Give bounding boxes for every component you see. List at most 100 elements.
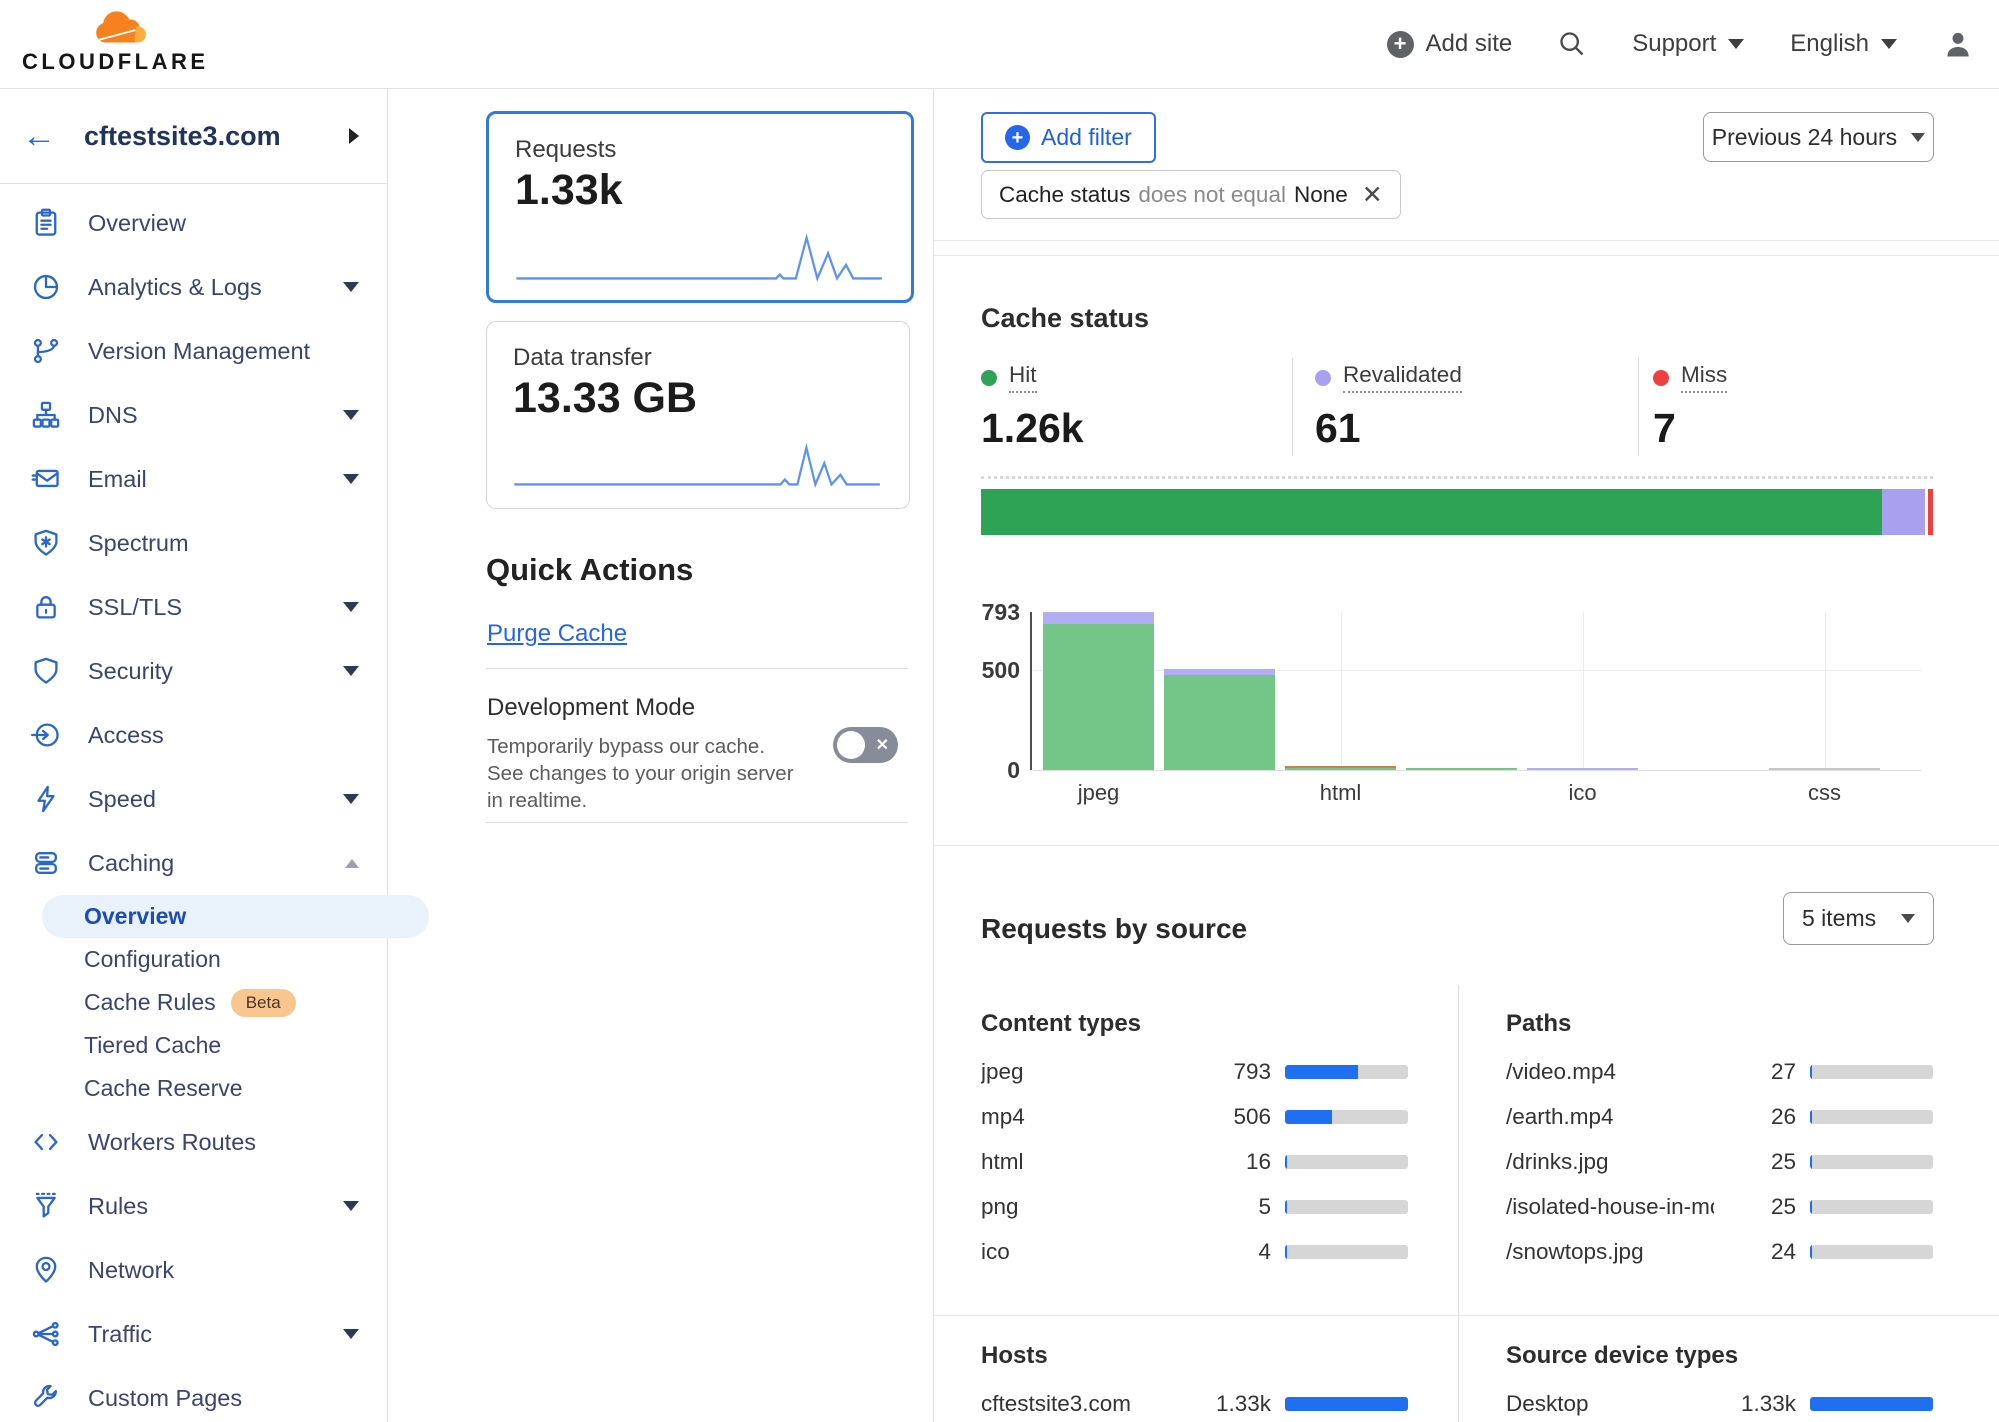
sidebar-subitem-tiered-cache[interactable]: Tiered Cache <box>0 1024 387 1067</box>
server-stack-icon <box>30 847 62 879</box>
stat-revalidated-legend[interactable]: Revalidated <box>1315 362 1462 393</box>
requests-sparkline <box>511 232 889 290</box>
row-value: 1.33k <box>1714 1391 1796 1417</box>
row-label: ico <box>981 1239 1189 1265</box>
support-label: Support <box>1632 30 1716 58</box>
table-row[interactable]: ico 4 <box>981 1229 1408 1274</box>
sidebar-item-spectrum[interactable]: Spectrum <box>0 511 387 575</box>
back-arrow-icon[interactable]: ← <box>22 119 56 153</box>
search-button[interactable] <box>1558 30 1586 58</box>
user-icon <box>1943 29 1973 59</box>
row-label: Desktop <box>1506 1391 1714 1417</box>
language-menu[interactable]: English <box>1790 30 1897 58</box>
table-row[interactable]: /earth.mp4 26 <box>1506 1094 1933 1139</box>
top-nav: + Add site Support English <box>1387 0 1974 88</box>
sidebar-item-access[interactable]: Access <box>0 703 387 767</box>
chevron-down-icon <box>343 794 359 804</box>
cloudflare-logo[interactable]: CLOUDFLARE <box>22 6 222 75</box>
table-row[interactable]: /video.mp4 27 <box>1506 1049 1933 1094</box>
sidebar-item-rules[interactable]: Rules <box>0 1174 387 1238</box>
sidebar-item-overview[interactable]: Overview <box>0 191 387 255</box>
table-row[interactable]: /isolated-house-in-mo… 25 <box>1506 1184 1933 1229</box>
stat-divider <box>1292 358 1293 456</box>
chart-bar <box>1164 669 1275 770</box>
sidebar-subitem-caching-overview[interactable]: Overview <box>42 895 429 938</box>
chevron-down-icon <box>1881 39 1897 49</box>
sidebar-item-email[interactable]: Email <box>0 447 387 511</box>
chevron-right-icon[interactable] <box>349 128 359 144</box>
requests-value: 1.33k <box>515 166 623 215</box>
sidebar-item-security[interactable]: Security <box>0 639 387 703</box>
table-row[interactable]: /drinks.jpg 25 <box>1506 1139 1933 1184</box>
items-count-label: 5 items <box>1802 905 1876 932</box>
sidebar-item-dns[interactable]: DNS <box>0 383 387 447</box>
stat-hit-label: Hit <box>1009 362 1037 393</box>
progress-bar <box>1810 1065 1933 1079</box>
row-value: 26 <box>1714 1104 1796 1130</box>
sidebar-item-network[interactable]: Network <box>0 1238 387 1302</box>
data-transfer-metric-card[interactable]: Data transfer 13.33 GB <box>486 321 910 509</box>
stat-hit-legend[interactable]: Hit <box>981 362 1084 393</box>
close-icon[interactable]: ✕ <box>1362 180 1383 210</box>
sidebar-item-custom-pages[interactable]: Custom Pages <box>0 1366 387 1422</box>
purge-cache-link[interactable]: Purge Cache <box>487 620 627 648</box>
sidebar-item-speed[interactable]: Speed <box>0 767 387 831</box>
progress-bar <box>1285 1200 1408 1214</box>
table-row[interactable]: mp4 506 <box>981 1094 1408 1139</box>
table-row[interactable]: jpeg 793 <box>981 1049 1408 1094</box>
chevron-down-icon <box>1911 133 1925 142</box>
stat-revalidated-label: Revalidated <box>1343 362 1462 393</box>
add-filter-label: Add filter <box>1041 124 1132 151</box>
sidebar-subitem-cache-rules[interactable]: Cache Rules Beta <box>0 981 387 1024</box>
stat-miss-legend[interactable]: Miss <box>1653 362 1727 393</box>
sidebar-item-analytics-logs[interactable]: Analytics & Logs <box>0 255 387 319</box>
filter-chip-value: None <box>1294 182 1348 208</box>
language-label: English <box>1790 30 1869 58</box>
table-row[interactable]: cftestsite3.com 1.33k <box>981 1381 1408 1422</box>
sidebar-item-label: Version Management <box>88 338 310 365</box>
chevron-down-icon <box>343 474 359 484</box>
chart-bar <box>1043 612 1154 770</box>
hosts-heading: Hosts <box>981 1342 1048 1370</box>
row-label: cftestsite3.com <box>981 1391 1189 1417</box>
y-tick-label: 793 <box>946 599 1020 626</box>
row-value: 25 <box>1714 1149 1796 1175</box>
site-name: cftestsite3.com <box>84 121 281 152</box>
development-mode-toggle[interactable]: ✕ <box>833 727 898 763</box>
divider <box>486 822 908 823</box>
table-row[interactable]: /snowtops.jpg 24 <box>1506 1229 1933 1274</box>
sidebar-subitem-configuration[interactable]: Configuration <box>0 938 387 981</box>
row-value: 793 <box>1189 1059 1271 1085</box>
table-row[interactable]: png 5 <box>981 1184 1408 1229</box>
chart-bar <box>1527 768 1638 770</box>
sidebar-item-traffic[interactable]: Traffic <box>0 1302 387 1366</box>
sidebar-item-label: Workers Routes <box>88 1129 256 1156</box>
table-row[interactable]: html 16 <box>981 1139 1408 1184</box>
add-filter-button[interactable]: + Add filter <box>981 112 1156 163</box>
sidebar-item-caching[interactable]: Caching <box>0 831 387 895</box>
sidebar-subitem-cache-reserve[interactable]: Cache Reserve <box>0 1067 387 1110</box>
support-menu[interactable]: Support <box>1632 30 1744 58</box>
items-count-select[interactable]: 5 items <box>1783 892 1934 945</box>
search-icon <box>1558 30 1586 58</box>
chart-bar <box>1769 768 1880 770</box>
sidebar-item-ssl-tls[interactable]: SSL/TLS <box>0 575 387 639</box>
shield-asterisk-icon <box>30 527 62 559</box>
progress-fill <box>1810 1245 1812 1259</box>
sidebar-item-label: Overview <box>88 210 186 237</box>
account-button[interactable] <box>1943 29 1973 59</box>
hosts-list: cftestsite3.com 1.33k <box>981 1381 1408 1422</box>
time-range-select[interactable]: Previous 24 hours <box>1703 112 1934 162</box>
sidebar-item-version-management[interactable]: Version Management <box>0 319 387 383</box>
chevron-down-icon <box>1728 39 1744 49</box>
progress-bar <box>1285 1155 1408 1169</box>
progress-bar <box>1810 1397 1933 1411</box>
requests-metric-card[interactable]: Requests 1.33k <box>486 111 914 303</box>
filter-chip[interactable]: Cache status does not equal None ✕ <box>981 170 1401 219</box>
chevron-up-icon <box>345 859 359 868</box>
share-split-icon <box>30 1318 62 1350</box>
add-site-button[interactable]: + Add site <box>1387 30 1513 58</box>
sidebar-item-workers-routes[interactable]: Workers Routes <box>0 1110 387 1174</box>
chart-bar <box>1406 768 1517 770</box>
table-row[interactable]: Desktop 1.33k <box>1506 1381 1933 1422</box>
